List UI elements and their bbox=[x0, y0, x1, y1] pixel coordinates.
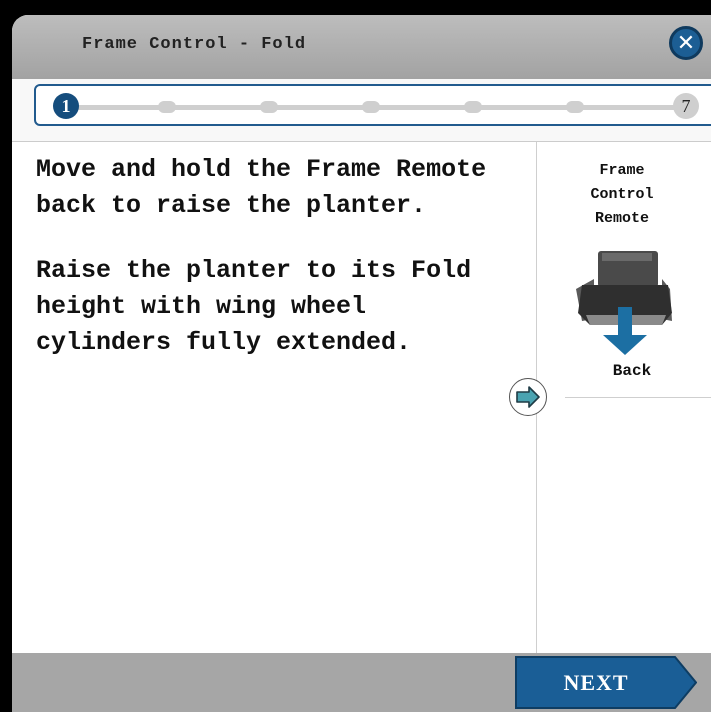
step-progress-bar: 1 7 bbox=[12, 79, 711, 142]
step-dot-4 bbox=[362, 101, 380, 113]
content-area: Move and hold the Frame Remote back to r… bbox=[12, 142, 711, 653]
expand-arrow-button[interactable] bbox=[509, 378, 547, 416]
panel-separator bbox=[565, 397, 711, 398]
step-dot-6 bbox=[566, 101, 584, 113]
wizard-window: Frame Control - Fold ✕ 1 7 Move and hold… bbox=[12, 15, 711, 712]
next-button[interactable]: NEXT bbox=[515, 656, 697, 709]
title-bar: Frame Control - Fold ✕ bbox=[12, 15, 711, 79]
last-step-indicator: 7 bbox=[673, 93, 699, 119]
side-panel-title-line-3: Remote bbox=[594, 210, 649, 227]
direction-label: Back bbox=[612, 362, 652, 380]
step-track: 1 7 bbox=[34, 84, 711, 126]
bottom-bar: NEXT bbox=[12, 653, 711, 712]
step-dot-2 bbox=[158, 101, 176, 113]
current-step-indicator: 1 bbox=[53, 93, 79, 119]
instruction-text: Move and hold the Frame Remote back to r… bbox=[36, 152, 516, 390]
frame-remote-icon bbox=[576, 251, 672, 355]
close-button[interactable]: ✕ bbox=[669, 26, 703, 60]
window-title: Frame Control - Fold bbox=[82, 35, 307, 54]
instruction-paragraph-2: Raise the planter to its Fold height wit… bbox=[36, 256, 472, 357]
side-panel-title-line-2: Control bbox=[590, 186, 654, 203]
close-x-icon: ✕ bbox=[676, 30, 696, 56]
instruction-paragraph-1: Move and hold the Frame Remote back to r… bbox=[36, 155, 487, 220]
next-button-label: NEXT bbox=[563, 669, 629, 695]
side-panel-title: Frame Control Remote bbox=[552, 159, 692, 231]
step-dot-5 bbox=[464, 101, 482, 113]
step-dot-3 bbox=[260, 101, 278, 113]
arrow-right-icon bbox=[516, 386, 540, 408]
side-panel-title-line-1: Frame bbox=[599, 162, 645, 179]
